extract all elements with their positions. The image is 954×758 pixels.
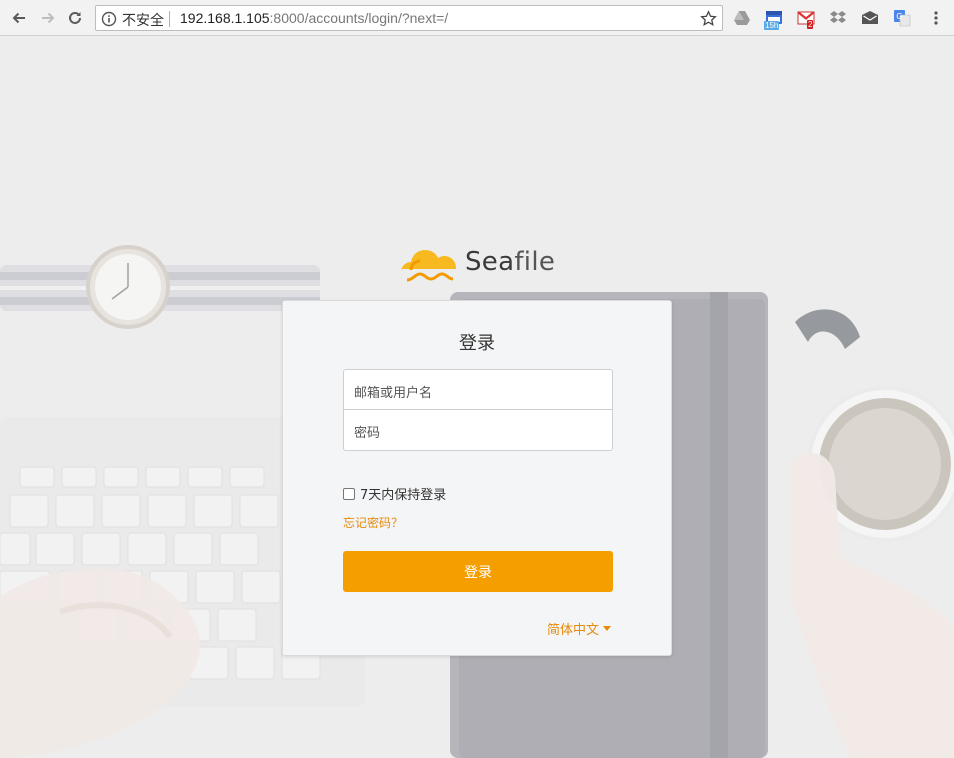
forward-button[interactable]	[37, 7, 59, 29]
translate-extension-icon[interactable]: G	[893, 9, 911, 27]
back-button[interactable]	[8, 7, 30, 29]
browser-toolbar: 不安全 192.168.1.105:8000/accounts/login/?n…	[0, 0, 954, 36]
remember-me-row[interactable]: 7天内保持登录	[343, 484, 446, 503]
remember-me-checkbox[interactable]	[343, 487, 355, 500]
login-button[interactable]: 登录	[343, 551, 613, 592]
mail-checker-extension-icon[interactable]	[861, 9, 879, 27]
language-selector[interactable]: 简体中文	[547, 619, 611, 638]
back-arrow-icon	[12, 12, 25, 24]
gmail-badge: 2	[807, 20, 814, 29]
url-host: 192.168.1.105	[180, 10, 270, 26]
drive-extension-icon[interactable]	[733, 9, 751, 27]
svg-text:G: G	[896, 12, 902, 21]
menu-icon[interactable]	[927, 9, 945, 27]
wordmark-part-b: file	[514, 247, 556, 277]
password-input[interactable]: 密码	[343, 410, 613, 451]
seafile-cloud-logo-icon	[401, 250, 456, 282]
login-page: Seafile 登录 邮箱或用户名 密码 7天内保持登录 忘记密码？ 登录 简体…	[0, 37, 954, 758]
login-panel: 登录 邮箱或用户名 密码 7天内保持登录 忘记密码？ 登录 简体中文	[282, 300, 672, 656]
forgot-password-link[interactable]: 忘记密码？	[343, 514, 403, 531]
username-input[interactable]: 邮箱或用户名	[343, 369, 613, 410]
security-label[interactable]: 不安全	[122, 10, 164, 30]
separator	[169, 11, 170, 27]
seafile-wordmark: Seafile	[465, 247, 555, 277]
wordmark-part-a: Sea	[465, 247, 515, 277]
url-path: :8000/accounts/login/?next=/	[269, 10, 449, 26]
login-title: 登录	[459, 333, 495, 354]
dropbox-extension-icon[interactable]	[829, 9, 847, 27]
reload-icon	[69, 11, 81, 24]
url-text[interactable]: 192.168.1.105:8000/accounts/login/?next=…	[180, 10, 448, 26]
calendar-badge: 15h	[764, 21, 780, 30]
reload-button[interactable]	[64, 7, 86, 29]
bookmark-star-icon[interactable]	[700, 10, 717, 27]
remember-me-label[interactable]: 7天内保持登录	[360, 484, 446, 503]
language-label[interactable]: 简体中文	[547, 619, 599, 638]
info-icon[interactable]	[101, 11, 117, 27]
caret-down-icon	[603, 626, 611, 631]
forward-arrow-icon	[42, 12, 55, 24]
seafile-logo: Seafile	[397, 240, 555, 284]
address-bar[interactable]: 不安全 192.168.1.105:8000/accounts/login/?n…	[95, 5, 723, 31]
